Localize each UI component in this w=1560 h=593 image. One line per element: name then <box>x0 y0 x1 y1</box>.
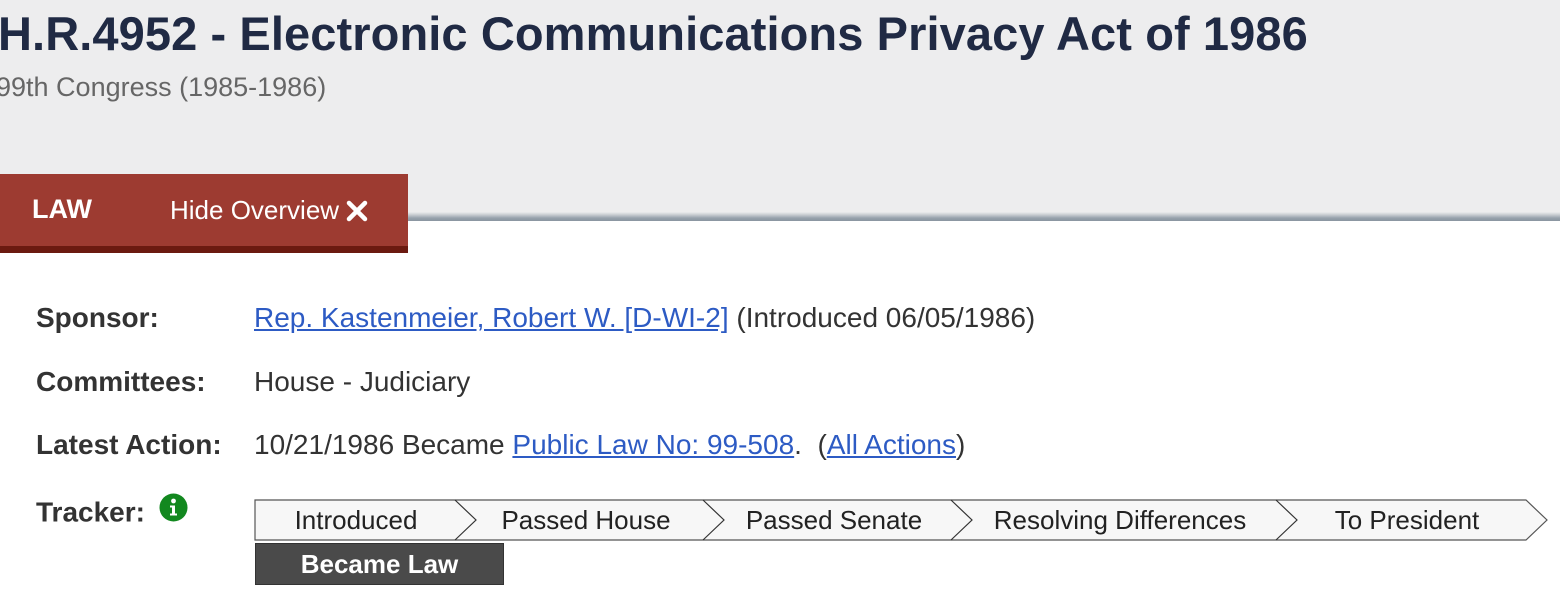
tracker-label-row: Tracker: <box>36 493 188 532</box>
tracker-step-passed-house: Passed House <box>501 504 671 535</box>
latest-action-separator: . ( <box>794 429 827 460</box>
law-status-tab[interactable]: LAW <box>32 194 92 225</box>
latest-action-close-paren: ) <box>956 429 966 460</box>
hide-overview-button[interactable]: Hide Overview <box>170 195 368 226</box>
congress-subtitle: 99th Congress (1985-1986) <box>0 72 327 102</box>
tracker-step-to-president: To President <box>1334 504 1480 535</box>
latest-action-text: 10/21/1986 Became <box>254 429 513 460</box>
hide-overview-label: Hide Overview <box>170 195 340 225</box>
sponsor-link[interactable]: Rep. Kastenmeier, Robert W. [D-WI-2] <box>254 302 729 333</box>
bill-title: H.R.4952 - Electronic Communications Pri… <box>0 7 1308 60</box>
committees-value: House - Judiciary <box>254 366 471 397</box>
tracker-step-introduced: Introduced <box>294 504 418 535</box>
tracker-step-passed-senate: Passed Senate <box>745 504 923 535</box>
latest-action-label: Latest Action: <box>36 429 222 460</box>
close-x-icon <box>346 200 368 221</box>
info-circle-icon[interactable] <box>159 493 188 529</box>
tracker-step-resolving-differences: Resolving Differences <box>993 504 1247 535</box>
sponsor-label: Sponsor: <box>36 302 159 333</box>
all-actions-link[interactable]: All Actions <box>827 429 956 460</box>
public-law-link[interactable]: Public Law No: 99-508 <box>512 429 794 460</box>
latest-action-value: 10/21/1986 Became Public Law No: 99-508.… <box>254 429 965 461</box>
introduced-date: (Introduced 06/05/1986) <box>728 302 1036 333</box>
overview-tabbar: LAW Hide Overview <box>0 174 408 253</box>
tracker-step-became-law: Became Law <box>255 543 504 585</box>
sponsor-value: Rep. Kastenmeier, Robert W. [D-WI-2] (In… <box>254 302 1035 334</box>
committees-label: Committees: <box>36 366 206 397</box>
tracker-label: Tracker: <box>36 496 145 528</box>
